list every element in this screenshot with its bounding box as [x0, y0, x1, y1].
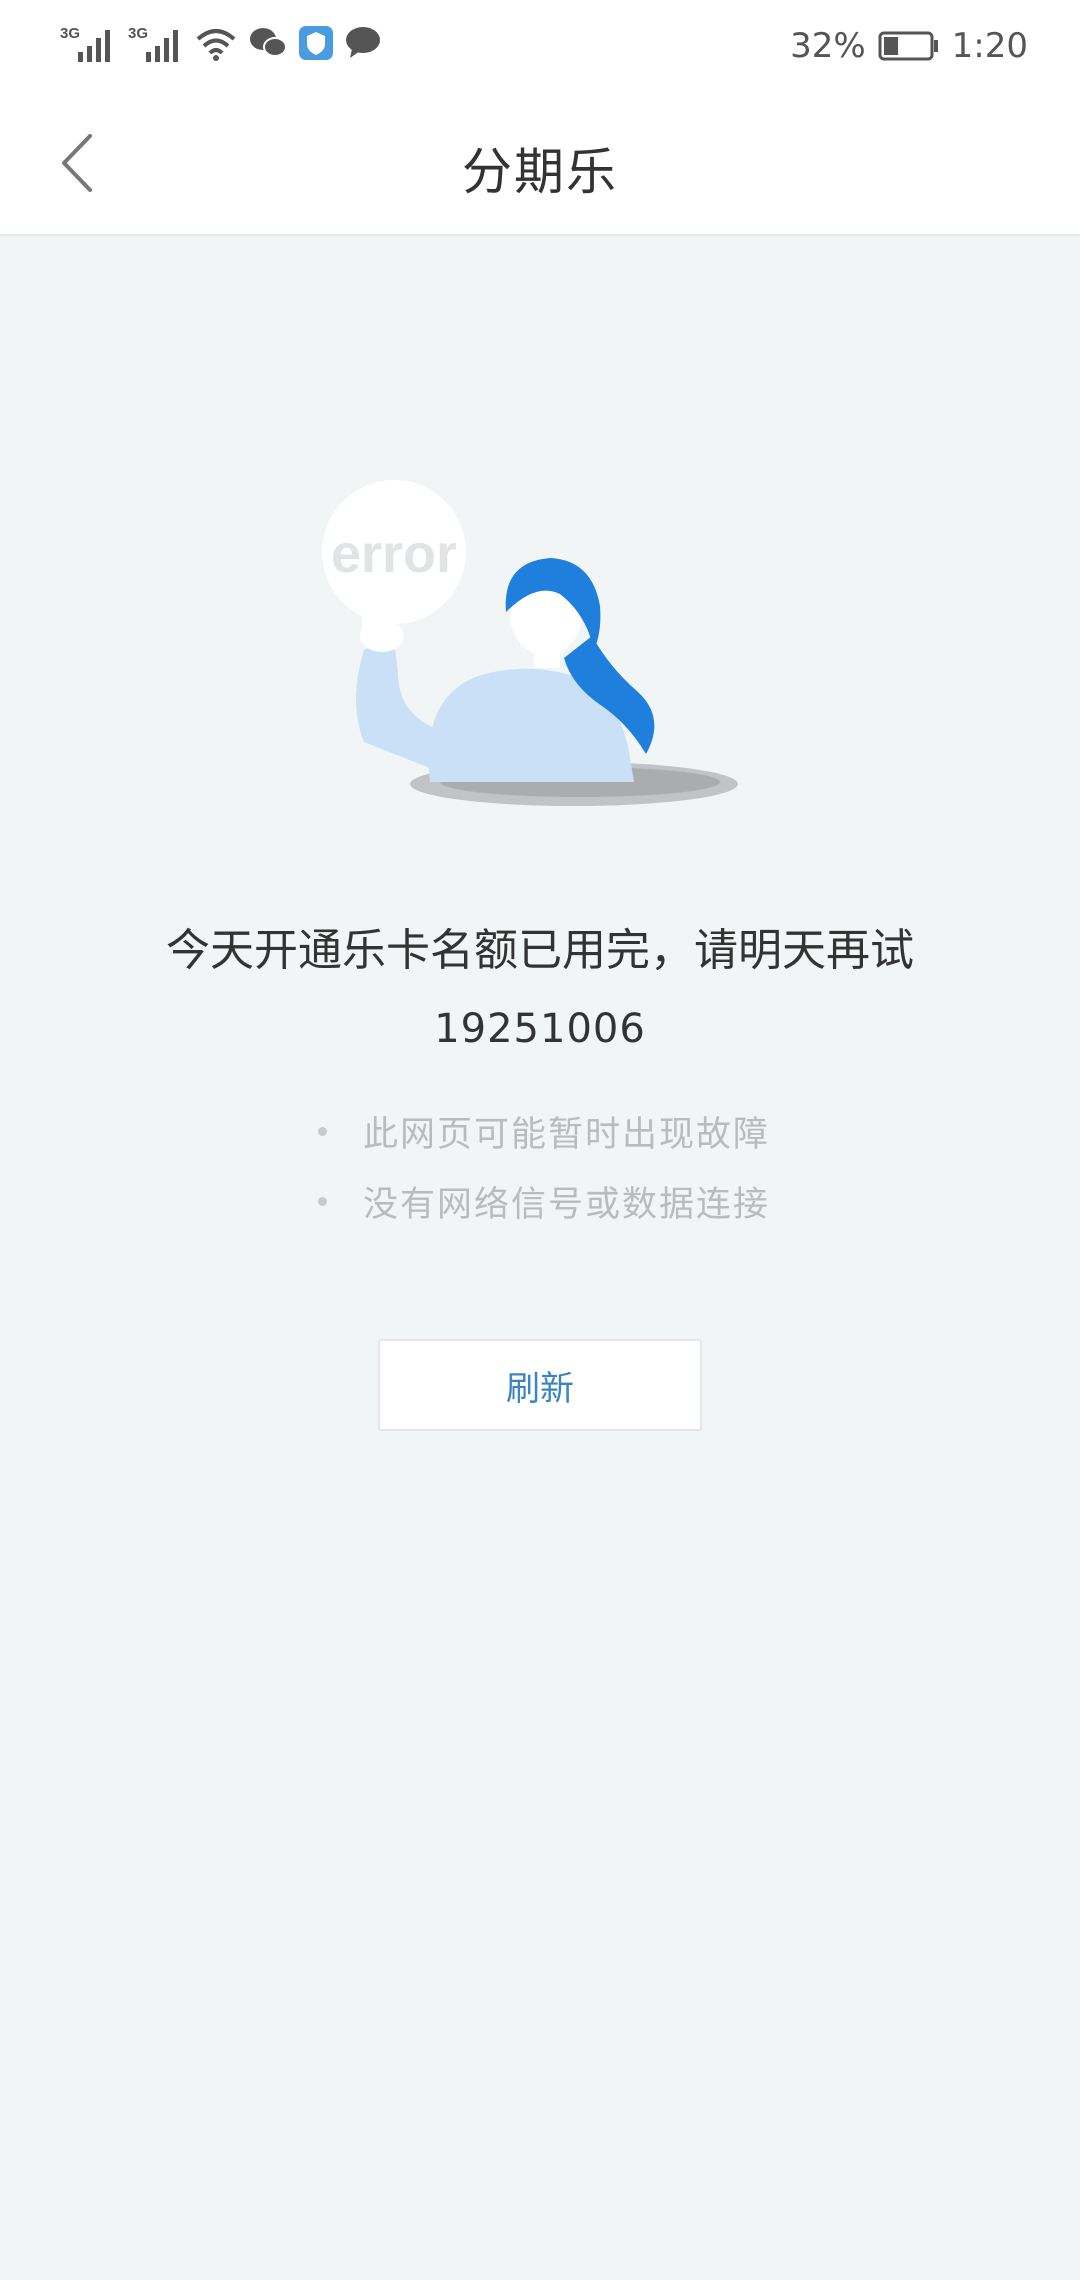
status-icons: 3G 3G — [58, 22, 382, 64]
signal-icon: 3G — [60, 25, 110, 62]
svg-text:3G: 3G — [60, 25, 80, 42]
bullet — [318, 1196, 327, 1206]
bullet — [318, 1126, 327, 1136]
tip-text: 没有网络信号或数据连接 — [363, 1184, 771, 1225]
error-sign-text: error — [331, 524, 457, 584]
refresh-button[interactable]: 刷新 — [378, 1339, 702, 1431]
clock: 1:20 — [951, 26, 1028, 66]
wifi-icon — [196, 29, 236, 61]
tip-text: 此网页可能暂时出现故障 — [363, 1114, 771, 1155]
wechat-icon — [250, 28, 287, 57]
error-tips: 此网页可能暂时出现故障 没有网络信号或数据连接 — [318, 1096, 770, 1236]
status-right: 32% 1:20 — [790, 26, 1028, 66]
error-page: error 今天开通乐卡名额已用完，请明天再试 19251006 此网页可能暂时… — [0, 236, 1080, 2280]
error-illustration: error — [322, 480, 738, 806]
svg-text:3G: 3G — [128, 25, 148, 42]
nav-bar: 分期乐 — [0, 92, 1080, 236]
page-title: 分期乐 — [462, 143, 618, 201]
signal-icon-2: 3G — [128, 25, 178, 62]
error-code: 19251006 — [434, 1006, 646, 1052]
message-icon — [346, 27, 380, 58]
status-bar: 3G 3G 32% 1:20 — [0, 0, 1080, 92]
battery-icon — [878, 31, 938, 61]
error-message: 今天开通乐卡名额已用完，请明天再试 — [166, 925, 914, 976]
tip-item: 此网页可能暂时出现故障 — [318, 1096, 770, 1166]
shield-app-icon — [299, 26, 333, 60]
tip-item: 没有网络信号或数据连接 — [318, 1166, 770, 1236]
battery-percent: 32% — [790, 26, 866, 66]
